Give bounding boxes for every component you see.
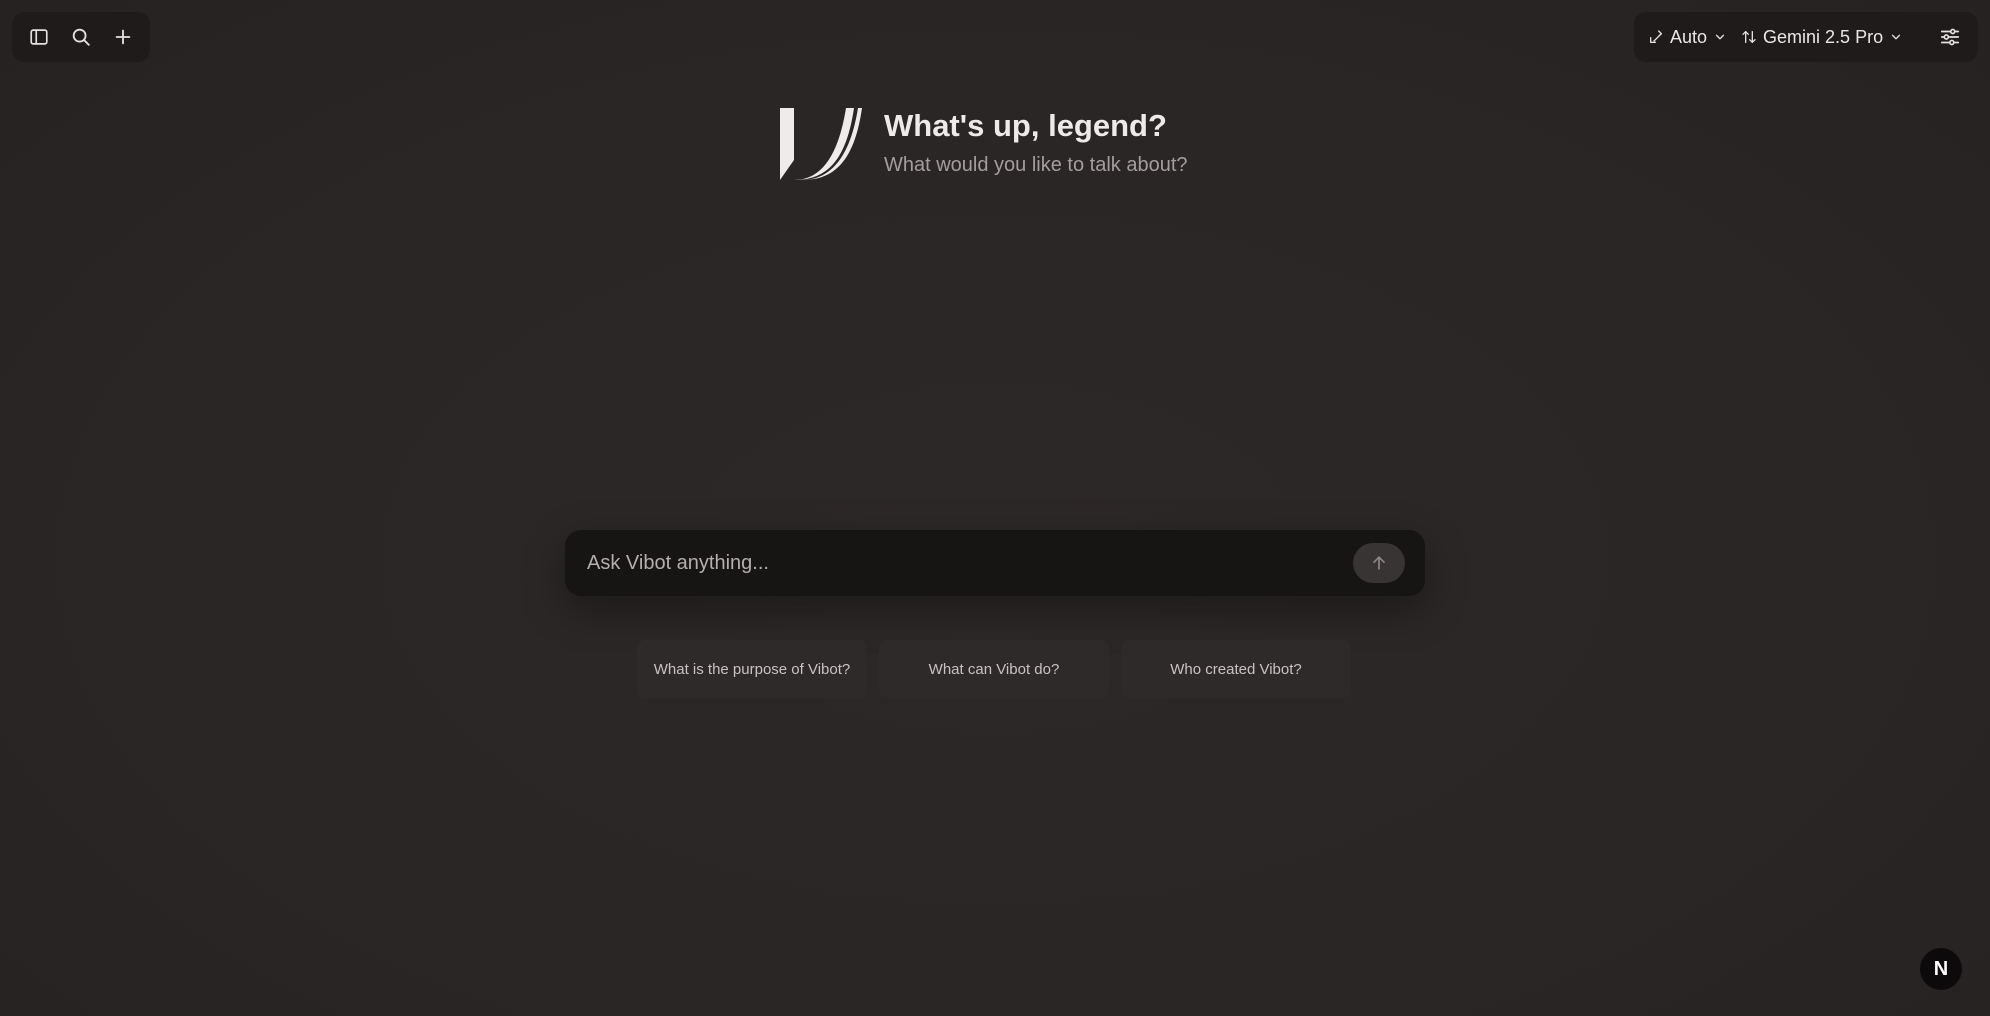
suggestion-creator[interactable]: Who created Vibot? <box>1121 640 1351 698</box>
arrow-up-icon <box>1373 556 1385 570</box>
suggestion-capabilities[interactable]: What can Vibot do? <box>879 640 1109 698</box>
badge-letter: N <box>1933 957 1949 980</box>
send-button[interactable] <box>1353 543 1405 583</box>
hero-title: What's up, legend? <box>884 108 1167 143</box>
top-left-toolbar <box>12 12 150 62</box>
mode-label: Auto <box>1670 26 1708 47</box>
settings-button[interactable] <box>1932 19 1968 55</box>
welcome-hero: What's up, legend? What would you like t… <box>780 108 1188 180</box>
sidebar-toggle-icon <box>30 29 48 45</box>
search-icon <box>72 28 90 46</box>
vibot-logo-icon <box>780 108 862 180</box>
chat-composer <box>565 530 1425 596</box>
plus-icon <box>115 29 131 45</box>
chevron-down-icon <box>1715 34 1725 40</box>
sliders-icon <box>1940 28 1960 46</box>
top-right-toolbar: Auto Gemini 2.5 Pro <box>1634 12 1978 62</box>
search-button[interactable] <box>63 19 99 55</box>
suggestion-list: What is the purpose of Vibot? What can V… <box>637 640 1351 698</box>
model-label: Gemini 2.5 Pro <box>1763 26 1884 47</box>
hero-text: What's up, legend? What would you like t… <box>884 108 1188 177</box>
new-chat-button[interactable] <box>105 19 141 55</box>
swap-icon <box>1650 30 1662 43</box>
hero-subtitle: What would you like to talk about? <box>884 154 1188 176</box>
mode-selector[interactable]: Auto <box>1648 27 1727 48</box>
sort-icon <box>1742 31 1756 43</box>
chevron-down-icon <box>1891 34 1901 40</box>
suggestion-purpose[interactable]: What is the purpose of Vibot? <box>637 640 867 698</box>
model-selector[interactable]: Gemini 2.5 Pro <box>1741 27 1903 48</box>
sidebar-toggle-button[interactable] <box>21 19 57 55</box>
chat-input[interactable] <box>585 550 1353 576</box>
nextjs-dev-badge[interactable]: N <box>1920 948 1962 990</box>
